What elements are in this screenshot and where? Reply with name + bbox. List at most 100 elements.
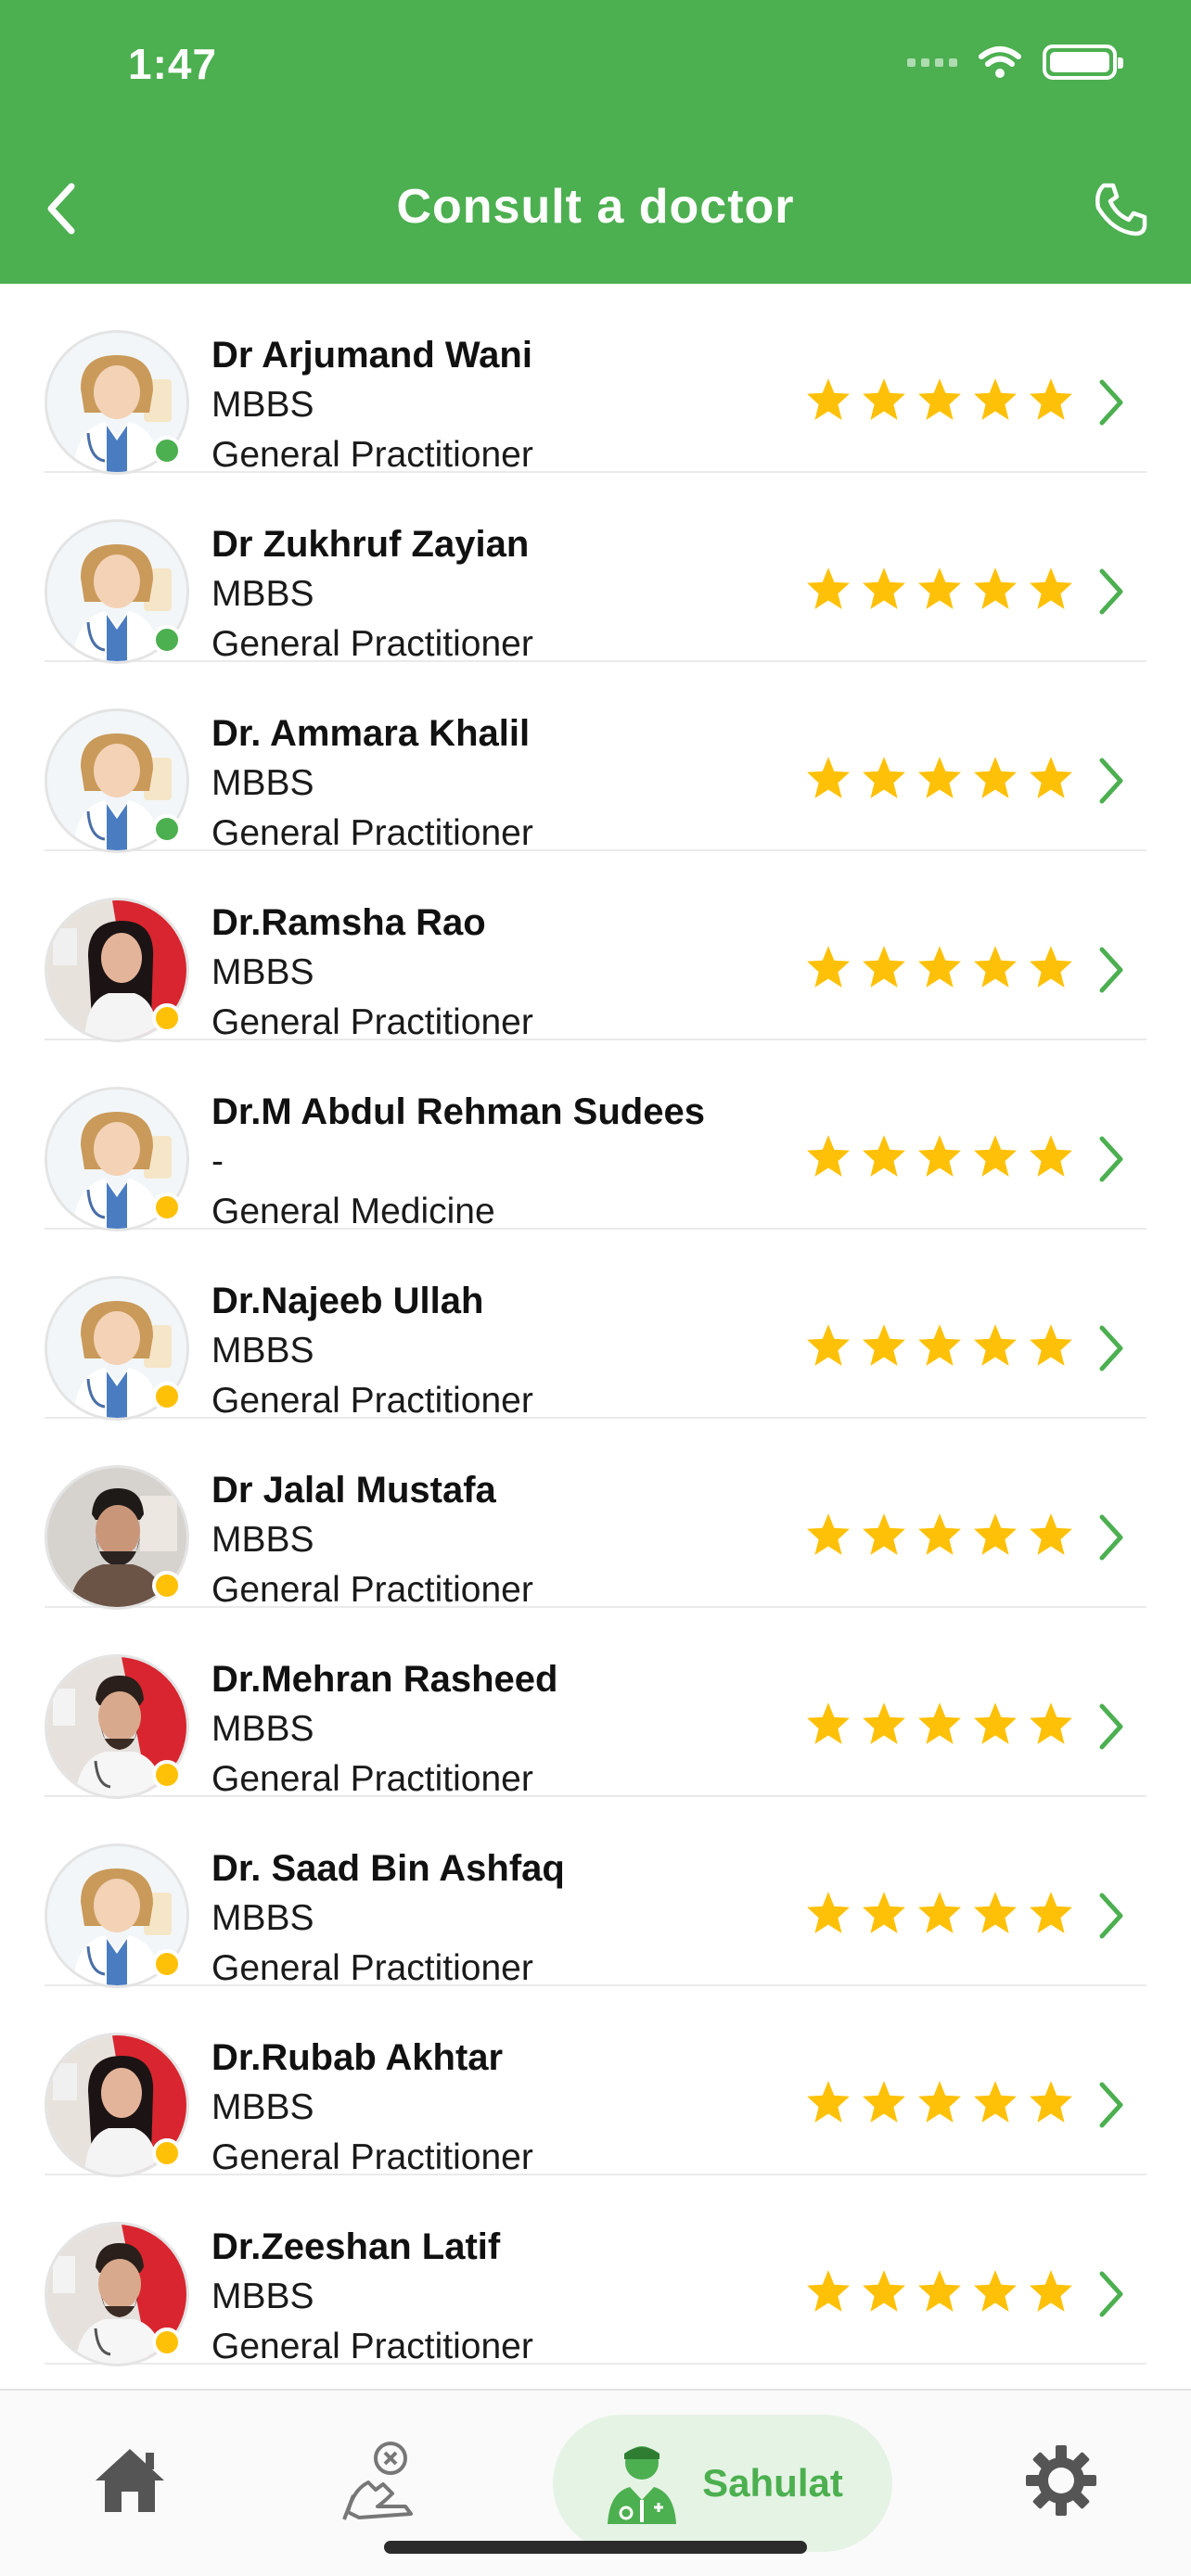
doctor-row[interactable]: Dr Jalal Mustafa MBBS General Practitioner: [45, 1419, 1146, 1610]
chevron-right-icon[interactable]: [1093, 1133, 1130, 1185]
away-status-dot: [152, 1949, 182, 1979]
doctor-name: Dr.Ramsha Rao: [211, 902, 486, 943]
rating-stars: [805, 376, 1074, 423]
doctor-degree: MBBS: [211, 1520, 314, 1560]
star-icon: [807, 378, 850, 420]
star-icon: [1030, 2270, 1072, 2312]
star-icon: [863, 757, 905, 798]
doctor-icon: [608, 2446, 677, 2524]
star-icon: [1030, 567, 1072, 609]
doctor-degree: MBBS: [211, 1898, 314, 1938]
doctor-info: Dr.Najeeb Ullah MBBS General Practitioner: [211, 1276, 533, 1426]
star-icon: [974, 2270, 1017, 2312]
doctor-degree: -: [211, 1141, 224, 1181]
doctor-name: Dr Jalal Mustafa: [211, 1470, 496, 1511]
doctor-degree: MBBS: [211, 2276, 314, 2316]
star-icon: [807, 1892, 850, 1933]
star-icon: [974, 1892, 1017, 1933]
chevron-right-icon[interactable]: [1093, 2079, 1130, 2131]
care-icon: [342, 2442, 413, 2520]
doctor-row[interactable]: Dr.Zeeshan Latif MBBS General Practitioner: [45, 2175, 1146, 2366]
star-icon: [807, 567, 850, 609]
call-button[interactable]: [1085, 174, 1156, 245]
star-icon: [974, 1513, 1017, 1555]
star-icon: [918, 757, 961, 798]
doctor-name: Dr. Ammara Khalil: [211, 713, 531, 754]
tab-home[interactable]: [65, 2387, 195, 2574]
star-icon: [974, 946, 1017, 988]
page-title: Consult a doctor: [396, 180, 795, 234]
doctor-info: Dr.Mehran Rasheed MBBS General Practitione…: [211, 1654, 557, 1804]
doctor-degree: MBBS: [211, 952, 314, 992]
doctor-row[interactable]: Dr Zukhruf Zayian MBBS General Practitione…: [45, 473, 1146, 664]
gear-icon: [1026, 2445, 1096, 2516]
doctor-info: Dr.Ramsha Rao MBBS General Practitioner: [211, 898, 533, 1048]
star-icon: [863, 1135, 905, 1177]
doctor-row[interactable]: Dr.Rubab Akhtar MBBS General Practitioner: [45, 1986, 1146, 2177]
doctor-info: Dr Arjumand Wani MBBS General Practitioner: [211, 330, 533, 480]
doctor-row[interactable]: Dr.Najeeb Ullah MBBS General Practitioner: [45, 1230, 1146, 1421]
star-icon: [974, 1135, 1017, 1177]
star-icon: [807, 1702, 850, 1744]
star-icon: [863, 1513, 905, 1555]
star-icon: [1030, 1135, 1072, 1177]
star-icon: [807, 1513, 850, 1555]
doctor-info: Dr.M Abdul Rehman Sudees - General Medicin…: [211, 1087, 705, 1237]
doctor-row[interactable]: Dr.Mehran Rasheed MBBS General Practitione…: [45, 1608, 1146, 1799]
doctor-name: Dr.Najeeb Ullah: [211, 1281, 484, 1321]
wifi-icon: [979, 46, 1021, 78]
online-status-dot: [152, 436, 182, 465]
star-icon: [807, 2270, 850, 2312]
star-icon: [1030, 946, 1072, 988]
chevron-right-icon[interactable]: [1093, 376, 1130, 428]
doctor-degree: MBBS: [211, 2087, 314, 2127]
rating-stars: [805, 1890, 1074, 1936]
status-icons: [907, 45, 1123, 80]
rating-stars: [805, 2268, 1074, 2315]
star-icon: [863, 1702, 905, 1744]
chevron-right-icon[interactable]: [1093, 1511, 1130, 1563]
star-icon: [807, 1135, 850, 1177]
doctor-row[interactable]: Dr Arjumand Wani MBBS General Practitioner: [45, 284, 1146, 475]
tab-sahulat[interactable]: Sahulat: [553, 2415, 892, 2552]
star-icon: [863, 946, 905, 988]
chevron-right-icon[interactable]: [1093, 566, 1130, 618]
star-icon: [918, 1892, 961, 1933]
doctor-name: Dr.M Abdul Rehman Sudees: [211, 1091, 705, 1132]
star-icon: [974, 1324, 1017, 1366]
star-icon: [918, 567, 961, 609]
star-icon: [1030, 1324, 1072, 1366]
star-icon: [807, 757, 850, 798]
star-icon: [863, 567, 905, 609]
rating-stars: [805, 2079, 1074, 2125]
tab-settings[interactable]: [996, 2387, 1126, 2574]
rating-stars: [805, 1133, 1074, 1180]
star-icon: [918, 2081, 961, 2123]
star-icon: [1030, 378, 1072, 420]
star-icon: [807, 1324, 850, 1366]
doctor-row[interactable]: Dr. Saad Bin Ashfaq MBBS General Practitio…: [45, 1797, 1146, 1988]
chevron-right-icon[interactable]: [1093, 1701, 1130, 1753]
doctor-degree: MBBS: [211, 763, 314, 803]
cellular-signal-icon: [907, 57, 957, 67]
doctor-row[interactable]: Dr. Ammara Khalil MBBS General Practitione…: [45, 662, 1146, 853]
chevron-right-icon[interactable]: [1093, 1890, 1130, 1942]
chevron-right-icon[interactable]: [1093, 755, 1130, 807]
online-status-dot: [152, 625, 182, 655]
chevron-right-icon[interactable]: [1093, 1322, 1130, 1374]
star-icon: [918, 1324, 961, 1366]
doctor-list[interactable]: Dr Arjumand Wani MBBS General Practitioner…: [0, 284, 1191, 2389]
battery-icon: [1043, 45, 1123, 80]
home-icon: [96, 2449, 164, 2512]
tab-sahulat-label: Sahulat: [702, 2461, 843, 2505]
star-icon: [863, 1324, 905, 1366]
star-icon: [918, 1702, 961, 1744]
chevron-right-icon[interactable]: [1093, 944, 1130, 996]
phone-icon: [1095, 183, 1147, 236]
rating-stars: [805, 1511, 1074, 1558]
doctor-name: Dr.Rubab Akhtar: [211, 2037, 504, 2078]
doctor-row[interactable]: Dr.Ramsha Rao MBBS General Practitioner: [45, 851, 1146, 1042]
doctor-row[interactable]: Dr.M Abdul Rehman Sudees - General Medicin…: [45, 1040, 1146, 1231]
chevron-right-icon[interactable]: [1093, 2268, 1130, 2320]
doctor-degree: MBBS: [211, 385, 314, 425]
